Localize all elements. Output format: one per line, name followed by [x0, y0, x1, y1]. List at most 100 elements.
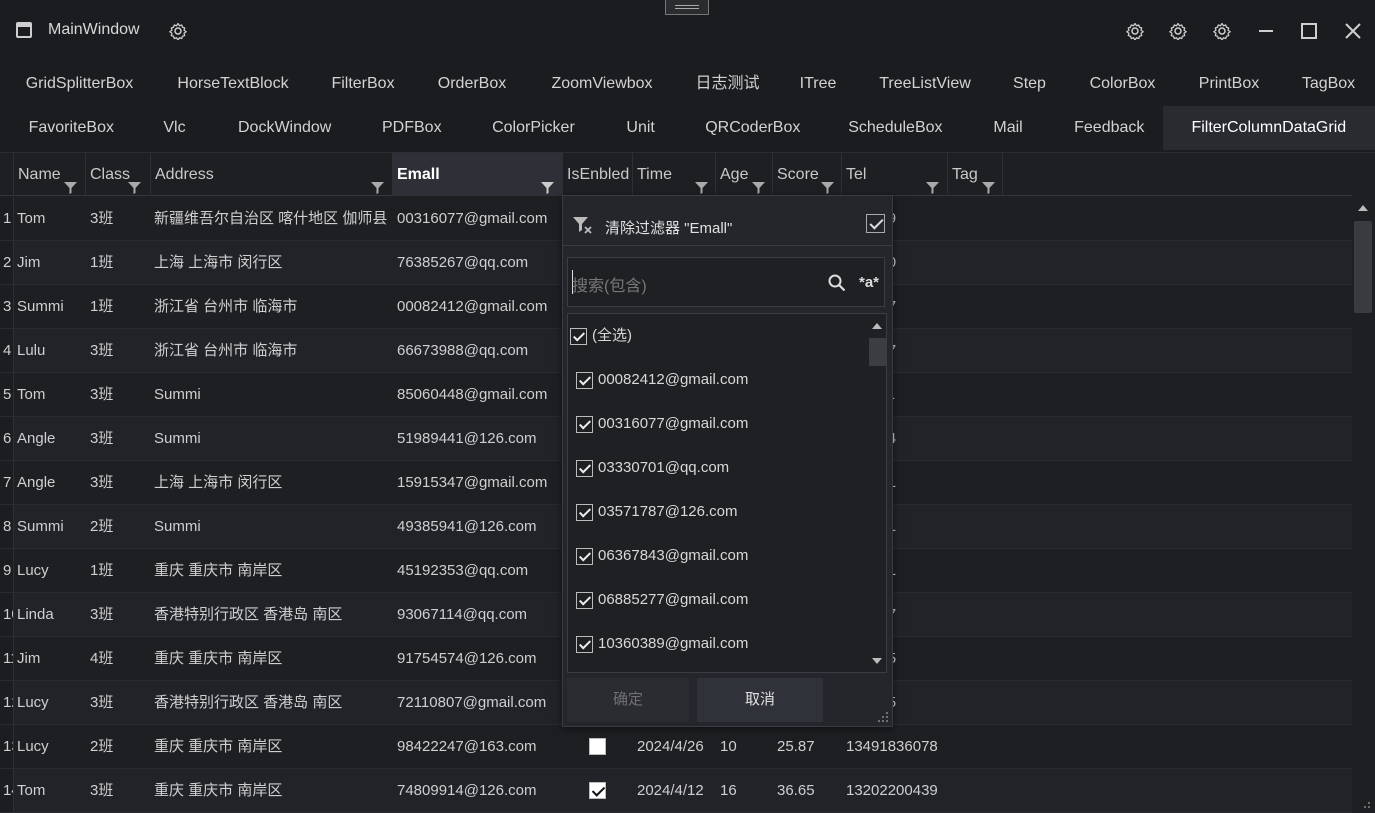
row-header[interactable]: 4 [0, 329, 14, 372]
class-cell[interactable]: 3班 [90, 373, 150, 416]
name-cell[interactable]: Tom [17, 769, 85, 812]
scroll-up-arrow-icon[interactable] [872, 323, 882, 329]
item-checkbox[interactable] [576, 636, 593, 653]
options-gear-icon[interactable] [1213, 22, 1231, 41]
tab-orderbox[interactable]: OrderBox [419, 62, 525, 106]
select-all-item[interactable]: (全选) [570, 314, 632, 358]
name-cell[interactable]: Angle [17, 461, 85, 504]
row-header[interactable]: 2 [0, 241, 14, 284]
settings-gear-icon[interactable] [169, 22, 187, 41]
tab-pdfbox[interactable]: PDFBox [363, 106, 461, 150]
filter-value-item[interactable]: 00082412@gmail.com [576, 358, 748, 402]
class-cell[interactable]: 4班 [90, 637, 150, 680]
filter-value-item[interactable]: 03330701@qq.com [576, 446, 729, 490]
email-cell[interactable]: 66673988@qq.com [397, 329, 561, 372]
item-checkbox[interactable] [576, 460, 593, 477]
clear-filter-checkbox[interactable] [866, 214, 885, 233]
column-header-tag[interactable]: Tag [948, 153, 1003, 196]
address-cell[interactable]: 上海 上海市 闵行区 [154, 241, 390, 284]
address-cell[interactable]: 浙江省 台州市 临海市 [154, 329, 390, 372]
email-cell[interactable]: 85060448@gmail.com [397, 373, 561, 416]
address-cell[interactable]: 重庆 重庆市 南岸区 [154, 637, 390, 680]
close-icon[interactable] [1340, 18, 1366, 44]
column-header-name[interactable]: Name [14, 153, 86, 196]
class-cell[interactable]: 2班 [90, 725, 150, 768]
isenabled-checkbox[interactable] [589, 738, 606, 755]
row-header[interactable]: 5 [0, 373, 14, 416]
address-cell[interactable]: Summi [154, 505, 390, 548]
filter-funnel-icon[interactable] [541, 168, 554, 194]
item-checkbox[interactable] [576, 504, 593, 521]
class-cell[interactable]: 2班 [90, 505, 150, 548]
column-header-tel[interactable]: Tel [842, 153, 948, 196]
grid-vertical-scrollbar[interactable] [1352, 197, 1375, 813]
name-cell[interactable]: Lucy [17, 681, 85, 724]
row-header[interactable]: 8 [0, 505, 14, 548]
tab-zoomviewbox[interactable]: ZoomViewbox [525, 62, 679, 106]
row-header[interactable]: 3 [0, 285, 14, 328]
tab-printbox[interactable]: PrintBox [1176, 62, 1282, 106]
tab-dockwindow[interactable]: DockWindow [206, 106, 363, 150]
column-header-age[interactable]: Age [716, 153, 773, 196]
email-cell[interactable]: 93067114@qq.com [397, 593, 561, 636]
tab-colorpicker[interactable]: ColorPicker [461, 106, 607, 150]
filter-funnel-icon[interactable] [926, 168, 939, 194]
email-cell[interactable]: 00082412@gmail.com [397, 285, 561, 328]
column-header-address[interactable]: Address [151, 153, 393, 196]
scroll-up-arrow-icon[interactable] [1358, 205, 1368, 211]
popup-resize-grip-icon[interactable] [877, 711, 889, 723]
search-icon[interactable] [828, 274, 846, 292]
select-all-corner[interactable] [0, 153, 14, 196]
table-row[interactable]: 13Lucy2班重庆 重庆市 南岸区98422247@163.com 2024/4… [0, 725, 1352, 769]
tab-unit[interactable]: Unit [606, 106, 675, 150]
name-cell[interactable]: Lucy [17, 549, 85, 592]
tel-cell[interactable]: 13202200439 [846, 769, 948, 812]
name-cell[interactable]: Summi [17, 505, 85, 548]
filter-funnel-icon[interactable] [371, 168, 384, 194]
address-cell[interactable]: Summi [154, 417, 390, 460]
time-cell[interactable]: 2024/4/12 [637, 769, 715, 812]
name-cell[interactable]: Lulu [17, 329, 85, 372]
row-header[interactable]: 6 [0, 417, 14, 460]
tab-horsetextblock[interactable]: HorseTextBlock [159, 62, 307, 106]
class-cell[interactable]: 1班 [90, 285, 150, 328]
age-cell[interactable]: 10 [720, 725, 772, 768]
item-checkbox[interactable] [576, 372, 593, 389]
tab-itree[interactable]: ITree [776, 62, 860, 106]
class-cell[interactable]: 1班 [90, 241, 150, 284]
item-checkbox[interactable] [576, 548, 593, 565]
address-cell[interactable]: 重庆 重庆市 南岸区 [154, 769, 390, 812]
maximize-icon[interactable] [1296, 18, 1322, 44]
class-cell[interactable]: 3班 [90, 769, 150, 812]
row-header[interactable]: 13 [0, 725, 14, 768]
address-cell[interactable]: 重庆 重庆市 南岸区 [154, 725, 390, 768]
email-cell[interactable]: 76385267@qq.com [397, 241, 561, 284]
age-cell[interactable]: 16 [720, 769, 772, 812]
tab-filtercolumndatagrid[interactable]: FilterColumnDataGrid [1162, 106, 1375, 150]
column-header-email[interactable]: Emall [393, 153, 563, 196]
item-checkbox[interactable] [576, 592, 593, 609]
row-header[interactable]: 11 [0, 637, 14, 680]
filter-funnel-icon[interactable] [64, 168, 77, 194]
email-cell[interactable]: 49385941@126.com [397, 505, 561, 548]
tab-feedback[interactable]: Feedback [1056, 106, 1163, 150]
tab-filterbox[interactable]: FilterBox [307, 62, 419, 106]
row-header[interactable]: 1 [0, 197, 14, 240]
tab-colorbox[interactable]: ColorBox [1069, 62, 1176, 106]
column-header-score[interactable]: Score [773, 153, 842, 196]
resize-grip-icon[interactable] [1359, 797, 1371, 809]
filter-funnel-icon[interactable] [821, 168, 834, 194]
filter-list-scrollbar[interactable] [868, 314, 886, 672]
email-cell[interactable]: 45192353@qq.com [397, 549, 561, 592]
clear-filter-item[interactable]: 清除过滤器 "Emall" [563, 196, 892, 246]
email-cell[interactable]: 72110807@gmail.com [397, 681, 561, 724]
minimize-icon[interactable] [1253, 18, 1279, 44]
name-cell[interactable]: Jim [17, 241, 85, 284]
address-cell[interactable]: Summi [154, 373, 390, 416]
class-cell[interactable]: 3班 [90, 197, 150, 240]
name-cell[interactable]: Lucy [17, 725, 85, 768]
time-cell[interactable]: 2024/4/26 [637, 725, 715, 768]
tab-mail[interactable]: Mail [960, 106, 1056, 150]
drag-handle[interactable] [665, 0, 709, 15]
filter-value-item[interactable]: 06367843@gmail.com [576, 534, 748, 578]
